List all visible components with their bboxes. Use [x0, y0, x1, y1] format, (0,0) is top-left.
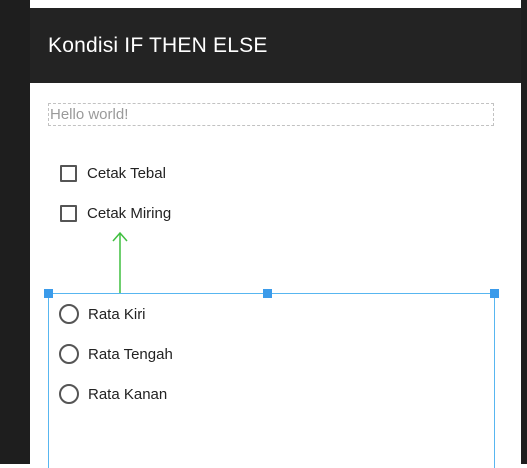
checkbox-box-icon[interactable]	[60, 165, 77, 182]
radio-circle-icon[interactable]	[59, 344, 79, 364]
radio-circle-icon[interactable]	[59, 304, 79, 324]
radio-label: Rata Tengah	[88, 345, 173, 363]
hello-textview[interactable]: Hello world!	[48, 103, 494, 126]
app-title: Kondisi IF THEN ELSE	[48, 33, 268, 57]
radio-group-selection[interactable]: Rata Kiri Rata Tengah Rata Kanan	[44, 289, 499, 468]
checkbox-cetak-miring[interactable]: Cetak Miring	[60, 205, 171, 222]
top-strip	[0, 0, 527, 8]
device-bezel-left	[0, 0, 30, 464]
radio-circle-icon[interactable]	[59, 384, 79, 404]
resize-handle-top-left[interactable]	[44, 289, 53, 298]
checkbox-cetak-tebal[interactable]: Cetak Tebal	[60, 165, 166, 182]
radio-rata-tengah[interactable]: Rata Tengah	[59, 344, 173, 364]
resize-handle-top-right[interactable]	[490, 289, 499, 298]
layout-content: Hello world! Cetak Tebal Cetak Miring Ra…	[30, 83, 521, 468]
constraint-arrow-icon	[112, 231, 128, 293]
checkbox-label: Cetak Miring	[87, 205, 172, 222]
radio-rata-kiri[interactable]: Rata Kiri	[59, 304, 146, 324]
resize-handle-top-center[interactable]	[263, 289, 272, 298]
radio-rata-kanan[interactable]: Rata Kanan	[59, 384, 167, 404]
device-screen: Kondisi IF THEN ELSE Hello world! Cetak …	[0, 0, 527, 468]
checkbox-label: Cetak Tebal	[87, 165, 166, 182]
radio-label: Rata Kanan	[88, 385, 168, 403]
radio-label: Rata Kiri	[88, 305, 146, 323]
checkbox-box-icon[interactable]	[60, 205, 77, 222]
app-bar: Kondisi IF THEN ELSE	[30, 8, 521, 83]
device-bezel-right	[521, 0, 527, 464]
